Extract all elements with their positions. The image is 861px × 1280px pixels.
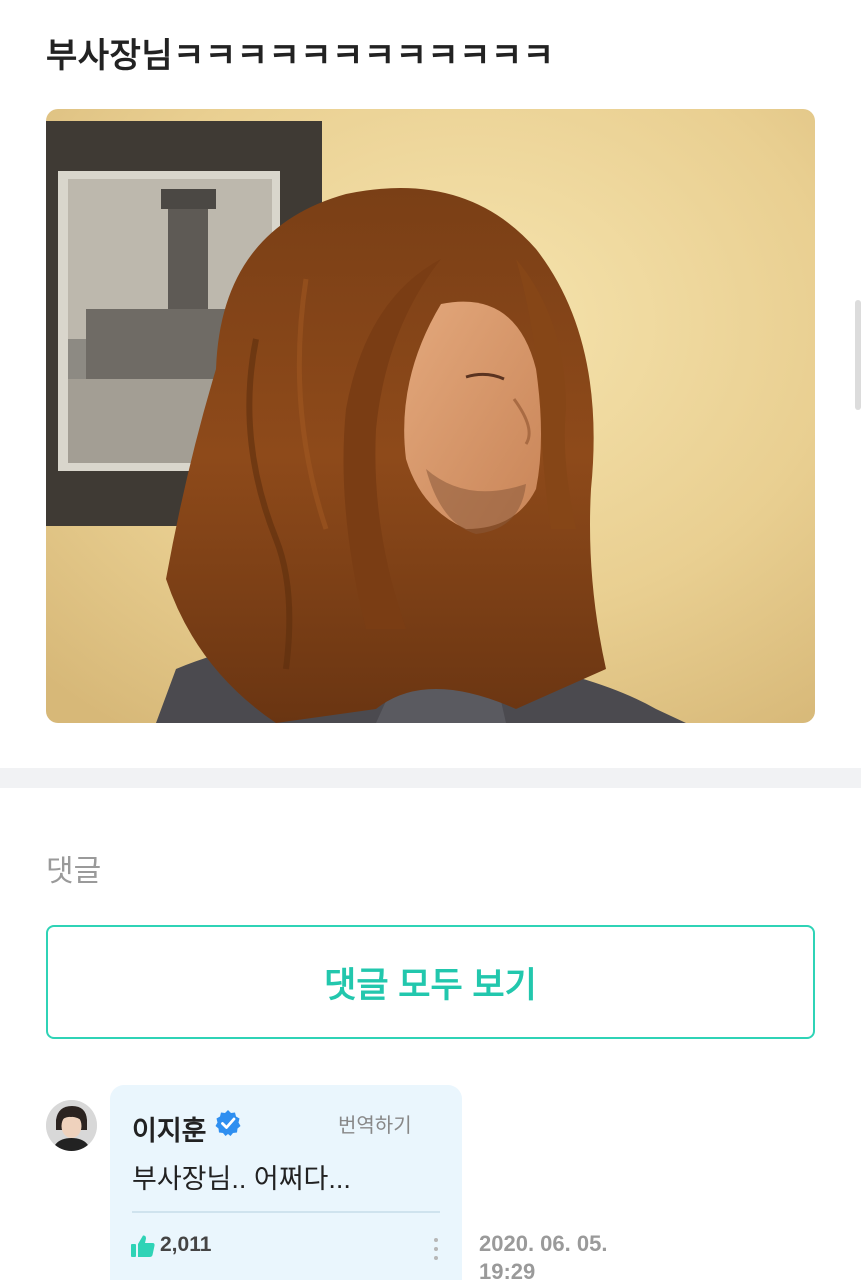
post-page: 부사장님ㅋㅋㅋㅋㅋㅋㅋㅋㅋㅋㅋㅋ 댓글 댓글 모두 보기 이지훈 번역하기 부사… <box>0 0 861 1280</box>
avatar-icon <box>46 1100 97 1151</box>
post-title: 부사장님ㅋㅋㅋㅋㅋㅋㅋㅋㅋㅋㅋㅋ <box>46 37 555 75</box>
like-count: 2,011 <box>160 1233 212 1256</box>
translate-link[interactable]: 번역하기 <box>338 1109 412 1138</box>
comment-author[interactable]: 이지훈 <box>132 1109 207 1148</box>
comments-heading: 댓글 <box>46 855 102 888</box>
bubble-divider <box>132 1211 440 1213</box>
more-dot <box>434 1238 438 1242</box>
post-photo[interactable] <box>46 109 815 723</box>
thumbs-up-icon[interactable] <box>130 1233 156 1259</box>
comment-date: 2020. 06. 05. 19:29 <box>479 1231 608 1280</box>
avatar[interactable] <box>46 1100 97 1151</box>
more-dot <box>434 1247 438 1251</box>
view-all-comments-button[interactable]: 댓글 모두 보기 <box>46 925 815 1039</box>
more-dot <box>434 1256 438 1260</box>
scrollbar[interactable] <box>855 300 861 410</box>
photo-illustration <box>46 109 815 723</box>
comment-text: 부사장님.. 어쩌다... <box>132 1164 351 1194</box>
verified-badge-icon <box>215 1110 241 1136</box>
section-divider <box>0 768 861 788</box>
comment-bubble: 이지훈 번역하기 부사장님.. 어쩌다... 2,011 <box>110 1085 462 1280</box>
more-options-icon[interactable] <box>426 1235 446 1263</box>
